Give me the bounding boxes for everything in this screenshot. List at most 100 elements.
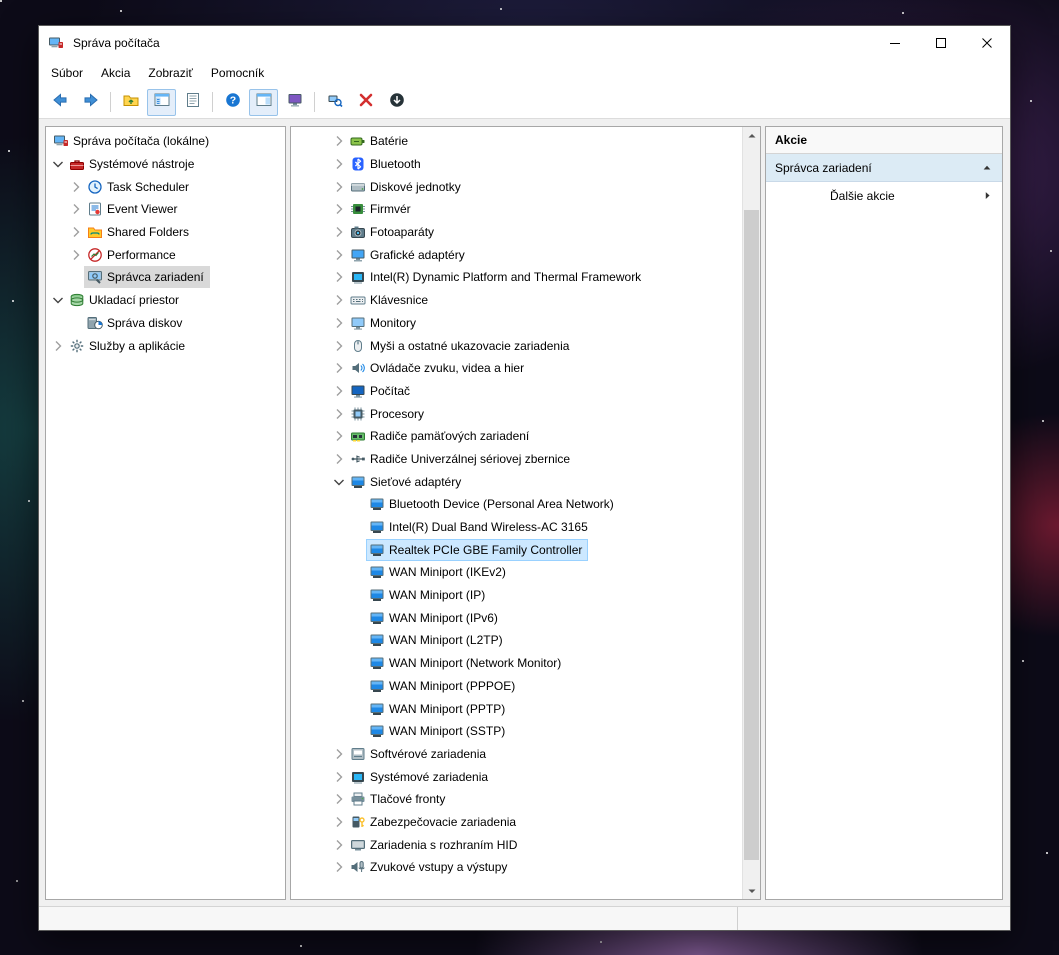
tree-item[interactable]: Shared Folders [46, 221, 285, 244]
tree-item[interactable]: Bluetooth Device (Personal Area Network) [291, 493, 742, 516]
console-tree-button[interactable] [147, 89, 176, 116]
maximize-button[interactable] [918, 26, 964, 60]
tree-item[interactable]: Procesory [291, 402, 742, 425]
tree-item[interactable]: Zariadenia s rozhraním HID [291, 833, 742, 856]
tree-item[interactable]: Event Viewer [46, 198, 285, 221]
tree-item[interactable]: Správca zariadení [46, 266, 285, 289]
tree-item-content[interactable]: Intel(R) Dynamic Platform and Thermal Fr… [347, 266, 647, 288]
chevron-right-icon[interactable] [331, 746, 347, 762]
tree-item[interactable]: WAN Miniport (IP) [291, 584, 742, 607]
menu-zobrazit[interactable]: Zobraziť [139, 62, 202, 84]
tree-item-content[interactable]: Bluetooth [347, 153, 427, 175]
tree-item-content[interactable]: Správca zariadení [84, 266, 210, 288]
tree-item-content[interactable]: Systémové nástroje [66, 153, 200, 175]
tree-item-content[interactable]: Monitory [347, 312, 422, 334]
tree-item-content[interactable]: Softvérové zariadenia [347, 743, 492, 765]
tree-item-content[interactable]: Event Viewer [84, 198, 183, 220]
tree-item[interactable]: WAN Miniport (PPTP) [291, 697, 742, 720]
tree-item-content[interactable]: Zariadenia s rozhraním HID [347, 834, 523, 856]
chevron-right-icon[interactable] [68, 247, 84, 263]
tree-item-content[interactable]: Grafické adaptéry [347, 244, 471, 266]
chevron-right-icon[interactable] [331, 837, 347, 853]
more-actions-item[interactable]: Ďalšie akcie [766, 182, 1002, 209]
tree-item[interactable]: Batérie [291, 130, 742, 153]
chevron-right-icon[interactable] [331, 814, 347, 830]
chevron-right-icon[interactable] [331, 769, 347, 785]
tree-item[interactable]: Softvérové zariadenia [291, 743, 742, 766]
tree-item-content[interactable]: Radiče Univerzálnej sériovej zbernice [347, 448, 576, 470]
tree-item-content[interactable]: WAN Miniport (Network Monitor) [366, 652, 567, 674]
chevron-right-icon[interactable] [331, 269, 347, 285]
tree-item-content[interactable]: Batérie [347, 130, 414, 152]
tree-item[interactable]: Radiče Univerzálnej sériovej zbernice [291, 448, 742, 471]
tree-item-content[interactable]: WAN Miniport (IPv6) [366, 607, 504, 629]
chevron-right-icon[interactable] [331, 315, 347, 331]
tree-item-content[interactable]: WAN Miniport (PPTP) [366, 698, 511, 720]
tree-item-content[interactable]: WAN Miniport (PPPOE) [366, 675, 521, 697]
chevron-down-icon[interactable] [50, 292, 66, 308]
tree-item-content[interactable]: Shared Folders [84, 221, 195, 243]
tree-item[interactable]: Radiče pamäťových zariadení [291, 425, 742, 448]
chevron-right-icon[interactable] [331, 406, 347, 422]
scroll-down-button[interactable] [743, 882, 760, 899]
scrollbar-thumb[interactable] [744, 210, 759, 859]
tree-item-content[interactable]: Ovládače zvuku, videa a hier [347, 357, 530, 379]
menu-pomocnik[interactable]: Pomocník [202, 62, 273, 84]
tree-item-content[interactable]: Performance [84, 244, 182, 266]
menu-subor[interactable]: Súbor [42, 62, 92, 84]
tree-item-content[interactable]: Myši a ostatné ukazovacie zariadenia [347, 335, 575, 357]
tree-item[interactable]: Systémové zariadenia [291, 765, 742, 788]
chevron-right-icon[interactable] [331, 133, 347, 149]
tree-item[interactable]: Fotoaparáty [291, 221, 742, 244]
chevron-right-icon[interactable] [50, 338, 66, 354]
forward-button[interactable] [76, 89, 105, 116]
collapse-section-icon[interactable] [981, 162, 993, 174]
remote-monitor-button[interactable] [280, 89, 309, 116]
tree-item-content[interactable]: Klávesnice [347, 289, 434, 311]
scroll-up-button[interactable] [743, 127, 760, 144]
tree-item[interactable]: WAN Miniport (IKEv2) [291, 561, 742, 584]
tree-item[interactable]: Intel(R) Dynamic Platform and Thermal Fr… [291, 266, 742, 289]
actions-section-device-manager[interactable]: Správca zariadení [766, 154, 1002, 182]
tree-item-content[interactable]: Bluetooth Device (Personal Area Network) [366, 493, 620, 515]
list-view-button[interactable] [178, 89, 207, 116]
tree-item[interactable]: Diskové jednotky [291, 175, 742, 198]
scan-hardware-button[interactable] [320, 89, 349, 116]
chevron-right-icon[interactable] [331, 247, 347, 263]
tree-item[interactable]: Správa diskov [46, 312, 285, 335]
tree-item-content[interactable]: Systémové zariadenia [347, 766, 494, 788]
scrollbar-track[interactable] [743, 144, 760, 882]
chevron-right-icon[interactable] [331, 383, 347, 399]
tree-item[interactable]: Správa počítača (lokálne) [46, 130, 285, 153]
tree-item[interactable]: Bluetooth [291, 153, 742, 176]
tree-item-content[interactable]: Ukladací priestor [66, 289, 185, 311]
minimize-button[interactable] [872, 26, 918, 60]
tree-item-content[interactable]: WAN Miniport (IP) [366, 584, 491, 606]
tree-item[interactable]: Počítač [291, 380, 742, 403]
tree-item[interactable]: Klávesnice [291, 289, 742, 312]
tree-item[interactable]: Firmvér [291, 198, 742, 221]
chevron-right-icon[interactable] [68, 201, 84, 217]
update-driver-button[interactable] [382, 89, 411, 116]
tree-item[interactable]: WAN Miniport (IPv6) [291, 606, 742, 629]
chevron-right-icon[interactable] [331, 156, 347, 172]
tree-item-content[interactable]: WAN Miniport (L2TP) [366, 629, 509, 651]
chevron-down-icon[interactable] [331, 474, 347, 490]
chevron-right-icon[interactable] [331, 360, 347, 376]
tree-item[interactable]: Realtek PCIe GBE Family Controller [291, 538, 742, 561]
tree-item[interactable]: Systémové nástroje [46, 153, 285, 176]
tree-item[interactable]: Tlačové fronty [291, 788, 742, 811]
chevron-right-icon[interactable] [331, 451, 347, 467]
tree-item[interactable]: Ukladací priestor [46, 289, 285, 312]
tree-item[interactable]: Myši a ostatné ukazovacie zariadenia [291, 334, 742, 357]
tree-item-content[interactable]: Diskové jednotky [347, 176, 467, 198]
chevron-down-icon[interactable] [50, 156, 66, 172]
tree-item-content[interactable]: WAN Miniport (IKEv2) [366, 561, 512, 583]
title-bar[interactable]: Správa počítača [39, 26, 1010, 60]
chevron-right-icon[interactable] [331, 859, 347, 875]
tree-item[interactable]: Monitory [291, 312, 742, 335]
tree-item-content[interactable]: Správa diskov [84, 312, 188, 334]
tree-item-content[interactable]: Procesory [347, 403, 430, 425]
tree-item[interactable]: WAN Miniport (SSTP) [291, 720, 742, 743]
chevron-right-icon[interactable] [331, 201, 347, 217]
